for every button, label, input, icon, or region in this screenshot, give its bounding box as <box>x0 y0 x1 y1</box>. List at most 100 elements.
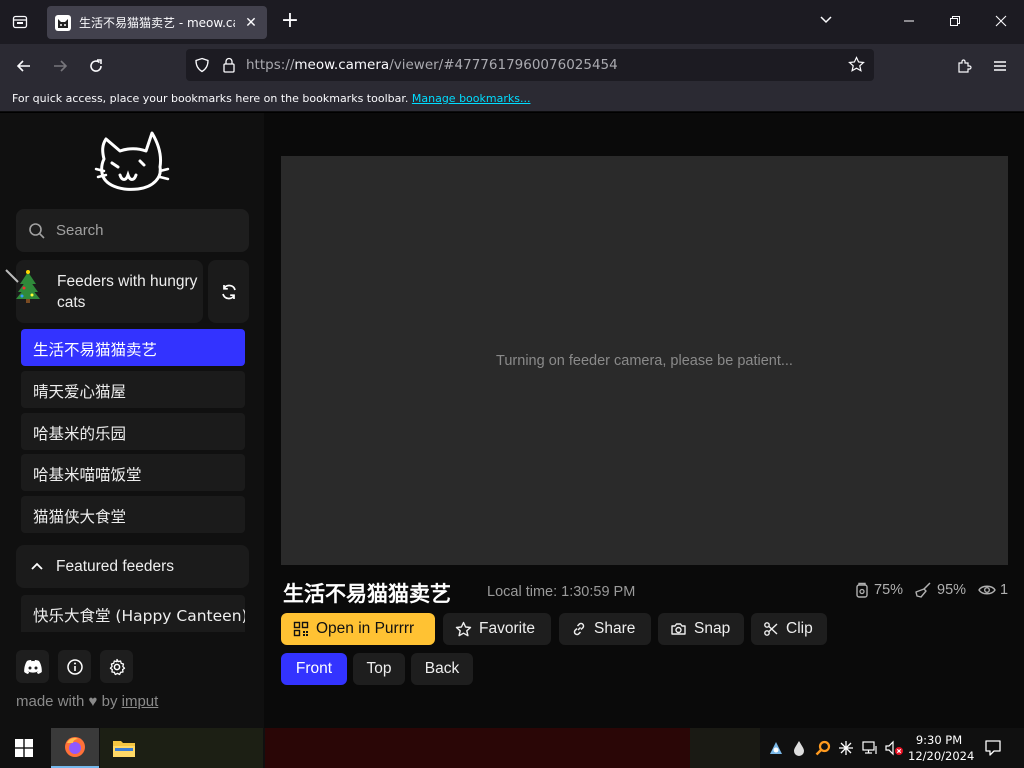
feeder-group-label: Feeders with hungry cats <box>57 273 198 311</box>
search-input[interactable]: Search <box>16 209 249 252</box>
minimize-icon <box>904 20 914 22</box>
food-level-stat: 75% <box>854 582 903 598</box>
feeder-item[interactable]: 猫猫侠大食堂 <box>21 496 245 533</box>
cleanliness-stat: 95% <box>915 582 966 598</box>
share-label: Share <box>594 620 636 637</box>
browser-tab-bar: 生活不易猫猫卖艺 - meow.camera ✕ + <box>0 0 1024 44</box>
featured-feeder-item[interactable]: 快乐大食堂 (Happy Canteen) <box>21 595 245 632</box>
minimize-button[interactable] <box>894 8 924 36</box>
feeder-item-active[interactable]: 生活不易猫猫卖艺 <box>21 329 245 366</box>
camera-video-player[interactable]: Turning on feeder camera, please be pati… <box>281 156 1008 565</box>
discord-icon <box>23 659 42 674</box>
list-all-tabs-button[interactable] <box>814 10 838 34</box>
tab-close-icon[interactable]: ✕ <box>243 15 259 31</box>
url-text[interactable]: https://meow.camera/viewer/#477761796007… <box>246 57 618 73</box>
snap-button[interactable]: Snap <box>658 613 744 645</box>
scissors-icon <box>764 622 778 636</box>
bookmarks-message: For quick access, place your bookmarks h… <box>12 92 409 105</box>
close-icon <box>995 15 1007 27</box>
url-path: /viewer/#4777617960076025454 <box>389 57 618 73</box>
back-button[interactable] <box>10 52 38 80</box>
restore-icon <box>950 16 960 26</box>
made-with-text: made with <box>16 693 85 710</box>
volume-muted-icon[interactable] <box>884 738 904 758</box>
taskbar-clock[interactable]: 9:30 PM 12/20/2024 <box>908 732 975 764</box>
made-with-credit: made with ♥ by imput <box>16 693 158 710</box>
link-icon <box>573 622 585 636</box>
view-top-button[interactable]: Top <box>353 653 405 685</box>
open-in-purrrr-label: Open in Purrrr <box>316 620 415 637</box>
view-front-button[interactable]: Front <box>281 653 347 685</box>
settings-button[interactable] <box>100 650 133 683</box>
close-window-button[interactable] <box>986 8 1016 36</box>
open-in-purrrr-button[interactable]: Open in Purrrr <box>281 613 435 645</box>
extensions-button[interactable] <box>950 52 978 80</box>
menu-button[interactable] <box>986 52 1014 80</box>
discord-button[interactable] <box>16 650 49 683</box>
broom-icon <box>915 582 931 598</box>
feeder-item[interactable]: 哈基米的乐园 <box>21 413 245 450</box>
refresh-icon <box>221 284 236 299</box>
taskbar-file-explorer[interactable] <box>100 728 148 768</box>
meow-camera-logo[interactable] <box>92 129 172 193</box>
search-placeholder: Search <box>56 222 104 239</box>
restore-button[interactable] <box>940 8 970 36</box>
cleanliness-value: 95% <box>937 582 967 598</box>
network-icon[interactable] <box>860 738 880 758</box>
hamburger-icon <box>994 61 1006 71</box>
local-time: Local time: 1:30:59 PM <box>487 584 636 600</box>
new-tab-button[interactable]: + <box>278 10 302 34</box>
share-button[interactable]: Share <box>559 613 651 645</box>
snap-label: Snap <box>694 620 731 637</box>
search-icon <box>29 222 45 239</box>
feeder-item[interactable]: 晴天爱心猫屋 <box>21 371 245 408</box>
star-icon <box>455 621 472 636</box>
reload-button[interactable] <box>82 52 110 80</box>
refresh-feeders-button[interactable] <box>208 260 249 323</box>
tray-app-icon[interactable] <box>766 738 786 758</box>
imput-link[interactable]: imput <box>122 693 159 710</box>
clock-date: 12/20/2024 <box>908 749 975 763</box>
tab-title: 生活不易猫猫卖艺 - meow.camera <box>79 16 235 30</box>
favorite-button[interactable]: Favorite <box>443 613 551 645</box>
featured-feeders-label: Featured feeders <box>56 557 175 575</box>
shield-icon[interactable] <box>194 57 210 77</box>
viewers-stat: 1 <box>978 582 1008 598</box>
windows-logo-icon <box>15 739 33 757</box>
info-button[interactable] <box>58 650 91 683</box>
puzzle-icon <box>958 59 972 73</box>
christmas-tree-icon <box>4 268 46 304</box>
firefox-view-button[interactable] <box>6 8 34 36</box>
food-bag-icon <box>856 582 868 598</box>
qr-code-icon <box>293 621 309 637</box>
taskbar-firefox[interactable] <box>51 728 99 768</box>
eye-icon <box>978 585 996 595</box>
sidebar: Search Feeders with hungry cats 生活不易猫猫卖艺… <box>0 113 264 728</box>
tray-search-icon[interactable] <box>813 738 833 758</box>
chevron-down-icon <box>820 16 832 24</box>
view-back-button[interactable]: Back <box>411 653 473 685</box>
navigation-toolbar: https://meow.camera/viewer/#477761796007… <box>0 44 1024 86</box>
clip-label: Clip <box>786 620 813 637</box>
arrow-left-icon <box>16 60 30 72</box>
manage-bookmarks-link[interactable]: Manage bookmarks... <box>412 92 531 105</box>
reload-icon <box>90 59 102 72</box>
clip-button[interactable]: Clip <box>751 613 827 645</box>
windows-taskbar: 9:30 PM 12/20/2024 <box>0 728 1024 768</box>
cat-favicon-icon <box>55 14 71 31</box>
featured-feeders-toggle[interactable]: Featured feeders <box>16 545 249 588</box>
bookmark-star-icon[interactable] <box>848 56 865 77</box>
start-button[interactable] <box>0 728 48 768</box>
url-host: meow.camera <box>294 57 390 73</box>
feeder-item[interactable]: 哈基米喵喵饭堂 <box>21 454 245 491</box>
gear-icon <box>109 658 125 675</box>
forward-button[interactable] <box>46 52 74 80</box>
browser-tab[interactable]: 生活不易猫猫卖艺 - meow.camera ✕ <box>47 6 267 39</box>
lock-icon[interactable] <box>222 57 236 77</box>
url-scheme: https:// <box>246 57 295 73</box>
action-center-button[interactable] <box>982 737 1004 759</box>
page-content: Search Feeders with hungry cats 生活不易猫猫卖艺… <box>0 113 1024 728</box>
address-bar[interactable]: https://meow.camera/viewer/#477761796007… <box>186 49 874 81</box>
tray-drop-icon[interactable] <box>789 738 809 758</box>
tray-snowflake-icon[interactable] <box>836 738 856 758</box>
